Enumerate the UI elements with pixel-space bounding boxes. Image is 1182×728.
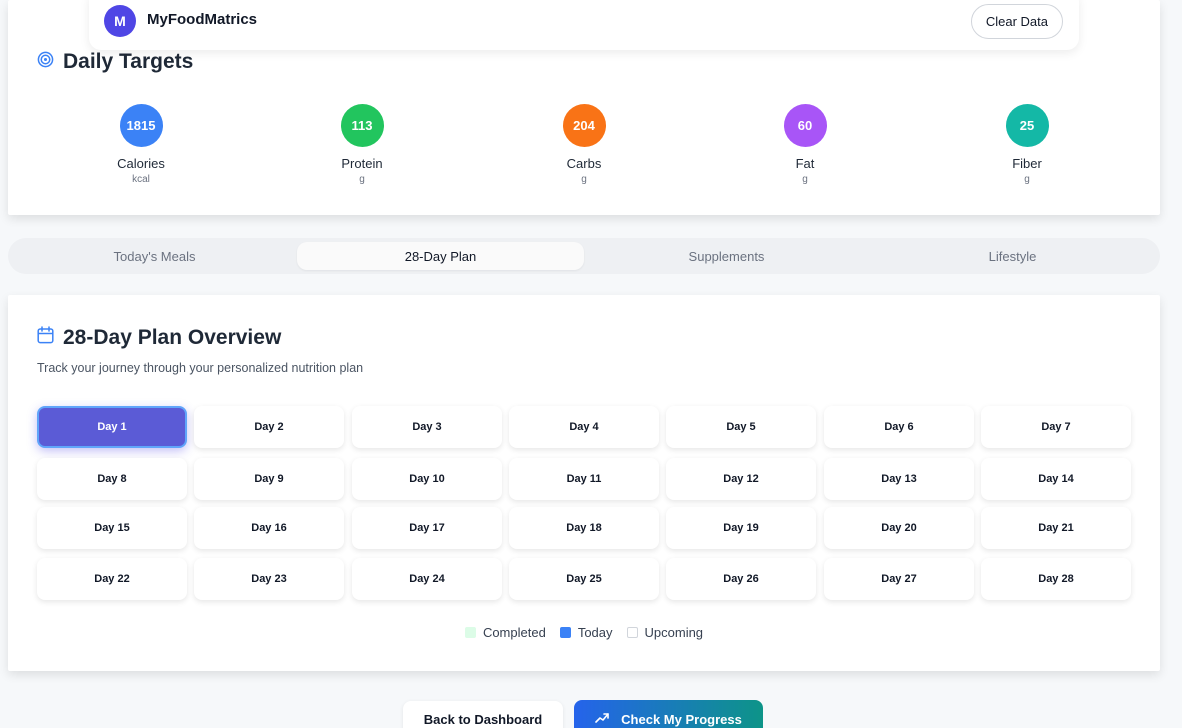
- trending-up-icon: [595, 712, 609, 728]
- target-name: Carbs: [566, 156, 602, 171]
- day-button-2[interactable]: Day 2: [194, 406, 344, 448]
- day-button-28[interactable]: Day 28: [981, 558, 1131, 600]
- day-button-24[interactable]: Day 24: [352, 558, 502, 600]
- plan-overview-heading: 28-Day Plan Overview: [37, 326, 281, 350]
- legend-label: Completed: [482, 625, 546, 640]
- legend-swatch: [464, 627, 476, 638]
- day-button-6[interactable]: Day 6: [824, 406, 974, 448]
- check-progress-button[interactable]: Check My Progress: [574, 700, 763, 728]
- target-unit: g: [359, 174, 365, 185]
- legend-swatch: [626, 627, 638, 638]
- target-carbs: 204 Carbs g: [524, 104, 644, 185]
- back-to-dashboard-button[interactable]: Back to Dashboard: [403, 701, 563, 728]
- target-fiber: 25 Fiber g: [967, 104, 1087, 185]
- target-unit: g: [802, 174, 808, 185]
- plan-overview-card: 28-Day Plan Overview Track your journey …: [8, 295, 1160, 671]
- target-name: Fiber: [1012, 156, 1042, 171]
- target-name: Calories: [117, 156, 165, 171]
- legend-today: Today: [559, 625, 613, 640]
- tab-supplements[interactable]: Supplements: [583, 242, 870, 270]
- app-name: MyFoodMatrics: [147, 11, 258, 28]
- day-button-7[interactable]: Day 7: [981, 406, 1131, 448]
- calendar-icon: [37, 326, 54, 350]
- target-icon: [37, 50, 54, 74]
- target-unit: g: [581, 174, 587, 185]
- plan-legend: Completed Today Upcoming: [8, 625, 1160, 640]
- day-button-5[interactable]: Day 5: [666, 406, 816, 448]
- day-button-20[interactable]: Day 20: [824, 507, 974, 549]
- day-button-27[interactable]: Day 27: [824, 558, 974, 600]
- day-button-17[interactable]: Day 17: [352, 507, 502, 549]
- day-button-12[interactable]: Day 12: [666, 458, 816, 500]
- target-value-circle: 60: [783, 104, 827, 147]
- plan-overview-title: 28-Day Plan Overview: [63, 326, 282, 349]
- legend-label: Today: [577, 625, 613, 640]
- day-button-23[interactable]: Day 23: [194, 558, 344, 600]
- target-name: Fat: [795, 156, 815, 171]
- day-button-13[interactable]: Day 13: [824, 458, 974, 500]
- day-button-9[interactable]: Day 9: [194, 458, 344, 500]
- app-logo: M: [104, 5, 136, 37]
- target-protein: 113 Protein g: [302, 104, 422, 185]
- daily-targets-heading: Daily Targets: [37, 50, 193, 74]
- day-button-26[interactable]: Day 26: [666, 558, 816, 600]
- day-button-14[interactable]: Day 14: [981, 458, 1131, 500]
- target-unit: g: [1024, 174, 1030, 185]
- legend-swatch: [559, 627, 571, 638]
- target-value-circle: 204: [562, 104, 606, 147]
- day-button-21[interactable]: Day 21: [981, 507, 1131, 549]
- day-button-25[interactable]: Day 25: [509, 558, 659, 600]
- daily-targets-title: Daily Targets: [63, 50, 194, 73]
- plan-subtitle: Track your journey through your personal…: [37, 361, 364, 375]
- legend-upcoming: Upcoming: [626, 625, 704, 640]
- legend-completed: Completed: [464, 625, 546, 640]
- day-button-15[interactable]: Day 15: [37, 507, 187, 549]
- day-button-19[interactable]: Day 19: [666, 507, 816, 549]
- check-progress-label: Check My Progress: [621, 712, 742, 727]
- day-button-8[interactable]: Day 8: [37, 458, 187, 500]
- tab-todays-meals[interactable]: Today's Meals: [11, 242, 298, 270]
- target-fat: 60 Fat g: [745, 104, 865, 185]
- day-button-11[interactable]: Day 11: [509, 458, 659, 500]
- day-button-16[interactable]: Day 16: [194, 507, 344, 549]
- day-button-4[interactable]: Day 4: [509, 406, 659, 448]
- target-name: Protein: [341, 156, 383, 171]
- target-unit: kcal: [132, 174, 150, 185]
- day-button-10[interactable]: Day 10: [352, 458, 502, 500]
- target-value-circle: 1815: [119, 104, 163, 147]
- day-button-18[interactable]: Day 18: [509, 507, 659, 549]
- target-value-circle: 25: [1005, 104, 1049, 147]
- tab-lifestyle[interactable]: Lifestyle: [869, 242, 1156, 270]
- target-value-circle: 113: [340, 104, 384, 147]
- clear-data-button[interactable]: Clear Data: [970, 4, 1063, 39]
- day-button-1[interactable]: Day 1: [37, 406, 187, 448]
- target-calories: 1815 Calories kcal: [81, 104, 201, 185]
- tab-bar: Today's Meals 28-Day Plan Supplements Li…: [8, 238, 1160, 274]
- day-button-3[interactable]: Day 3: [352, 406, 502, 448]
- app-header: M MyFoodMatrics Clear Data: [89, 0, 1079, 50]
- legend-label: Upcoming: [644, 625, 704, 640]
- day-button-22[interactable]: Day 22: [37, 558, 187, 600]
- tab-28-day-plan[interactable]: 28-Day Plan: [297, 242, 584, 270]
